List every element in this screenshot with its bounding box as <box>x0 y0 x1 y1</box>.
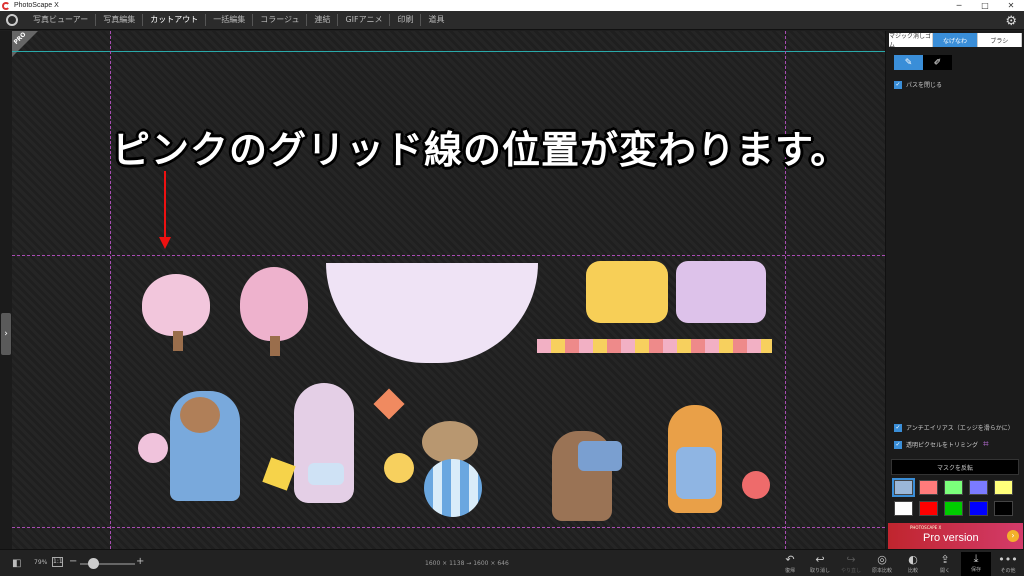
redo-button[interactable]: ↪ やり直し <box>836 553 866 574</box>
swatch-color[interactable] <box>994 501 1013 516</box>
compare-icon: ◐ <box>908 553 918 566</box>
tab-lasso[interactable]: なげなわ <box>933 33 978 47</box>
brush-erase-icon[interactable]: ✐ <box>923 55 952 70</box>
open-label: 開く <box>939 568 950 574</box>
home-icon[interactable] <box>6 14 18 26</box>
compare-button[interactable]: ◐ 比較 <box>898 553 928 574</box>
swatch-color[interactable] <box>919 480 938 495</box>
window-title: PhotoScape X <box>14 2 59 9</box>
save-label: 保存 <box>970 567 981 573</box>
left-side-strip: › <box>0 31 12 549</box>
zoom-in-button[interactable]: + <box>136 556 144 567</box>
app-logo-icon <box>2 1 10 10</box>
save-icon: ⤓ <box>973 552 979 565</box>
more-label: その他 <box>1000 568 1016 574</box>
down-arrow-icon <box>164 171 166 239</box>
compare-original-label: 原本比較 <box>871 568 892 574</box>
invert-mask-button[interactable]: マスクを反転 <box>891 459 1019 475</box>
image-dimensions: 1600 × 1138 → 1600 × 646 <box>425 560 509 567</box>
image-canvas[interactable]: PRO ピンクのグリッド線の位置が変わります。 <box>12 31 885 549</box>
bottom-toolbar: ◧ 79% 1:1 − + 1600 × 1138 → 1600 × 646 ↶… <box>0 549 1024 576</box>
cutout-mode-tabs: マジック消しゴム なげなわ ブラシ <box>889 33 1022 49</box>
grid-line-v[interactable] <box>785 31 786 549</box>
swatch-color[interactable] <box>894 501 913 516</box>
trim-option[interactable]: ✓ 透明ピクセルをトリミング ⌗ <box>894 439 989 450</box>
checkbox-trim[interactable]: ✓ <box>894 440 902 449</box>
undo-button[interactable]: ↩ 取り消し <box>805 553 835 574</box>
swatch-color[interactable] <box>944 501 963 516</box>
tab-brush[interactable]: ブラシ <box>978 33 1022 47</box>
swatch-color[interactable] <box>892 478 915 497</box>
cutout-tool-panel: マジック消しゴム なげなわ ブラシ ✎ ✐ ✓ パスを閉じる ✓ アンチエイリア… <box>885 31 1024 549</box>
antialias-label: アンチエイリアス（エッジを滑らかに） <box>906 425 1014 432</box>
undo-label: 取り消し <box>809 568 830 574</box>
ad-brand: PHOTOSCAPE X <box>910 525 942 530</box>
trim-label: 透明ピクセルをトリミング <box>906 442 979 449</box>
panel-toggle-icon[interactable]: ◧ <box>12 558 21 569</box>
open-button[interactable]: ⇪ 開く <box>930 553 960 574</box>
menu-tools[interactable]: 道具 <box>421 14 451 26</box>
menu-print[interactable]: 印刷 <box>390 14 422 26</box>
title-bar: PhotoScape X ─ □ ✕ <box>0 0 1024 11</box>
maximize-button[interactable]: □ <box>972 0 998 11</box>
swatch-color[interactable] <box>944 480 963 495</box>
revert-button[interactable]: ↶ 復帰 <box>775 553 805 574</box>
swatch-color[interactable] <box>969 501 988 516</box>
checkbox-close-path[interactable]: ✓ <box>894 80 902 89</box>
compare-label: 比較 <box>907 568 918 574</box>
chevron-right-icon: › <box>1007 530 1019 542</box>
close-button[interactable]: ✕ <box>998 0 1024 11</box>
grid-line-v[interactable] <box>110 31 111 549</box>
swatch-color[interactable] <box>969 480 988 495</box>
minimize-button[interactable]: ─ <box>946 0 972 11</box>
grid-line-h[interactable] <box>12 255 885 256</box>
antialias-option[interactable]: ✓ アンチエイリアス（エッジを滑らかに） <box>894 423 1014 432</box>
arrow-head-icon <box>159 237 171 249</box>
redo-label: やり直し <box>840 568 861 574</box>
undo-icon: ↩ <box>815 553 825 566</box>
checkbox-antialias[interactable]: ✓ <box>894 423 902 432</box>
swatch-color[interactable] <box>994 480 1013 495</box>
revert-label: 復帰 <box>784 568 795 574</box>
brush-mode-row: ✎ ✐ <box>894 55 952 70</box>
compare-original-button[interactable]: ◎ 原本比較 <box>867 553 897 574</box>
grid-icon[interactable]: ⌗ <box>983 439 989 450</box>
menu-collage[interactable]: コラージュ <box>253 14 308 26</box>
zoom-actual-size-button[interactable]: 1:1 <box>52 557 63 567</box>
pro-version-ad[interactable]: PHOTOSCAPE X Pro version › <box>888 523 1023 549</box>
zoom-out-button[interactable]: − <box>69 556 77 567</box>
menu-photo-editor[interactable]: 写真編集 <box>96 14 144 26</box>
brush-add-icon[interactable]: ✎ <box>894 55 923 70</box>
gear-icon[interactable]: ⚙ <box>1005 14 1017 29</box>
tab-magic-eraser[interactable]: マジック消しゴム <box>889 33 934 49</box>
more-button[interactable]: ••• その他 <box>993 553 1023 574</box>
close-path-label: パスを閉じる <box>906 82 943 89</box>
redo-icon: ↪ <box>846 553 856 566</box>
more-icon: ••• <box>998 553 1018 566</box>
compare-original-icon: ◎ <box>877 553 887 566</box>
crop-top-line <box>12 51 885 52</box>
open-icon: ⇪ <box>940 553 950 566</box>
close-path-option[interactable]: ✓ パスを閉じる <box>894 80 942 89</box>
expand-panel-button[interactable]: › <box>1 313 11 355</box>
menu-cutout[interactable]: カットアウト <box>143 14 207 26</box>
menu-batch[interactable]: 一括編集 <box>206 14 254 26</box>
save-button[interactable]: ⤓ 保存 <box>961 552 991 576</box>
zoom-slider-handle[interactable] <box>88 558 99 569</box>
mask-color-swatches <box>892 478 1020 516</box>
swatch-color[interactable] <box>919 501 938 516</box>
main-menu-bar: 写真ビューアー 写真編集 カットアウト 一括編集 コラージュ 連結 GIFアニメ… <box>0 11 1024 30</box>
grid-line-h[interactable] <box>12 527 885 528</box>
menu-combine[interactable]: 連結 <box>307 14 339 26</box>
zoom-level: 79% <box>34 559 48 566</box>
ad-label: Pro version <box>923 532 979 544</box>
revert-icon: ↶ <box>785 553 795 566</box>
menu-photo-viewer[interactable]: 写真ビューアー <box>26 14 97 26</box>
instruction-caption: ピンクのグリッド線の位置が変わります。 <box>112 128 850 172</box>
menu-gif[interactable]: GIFアニメ <box>338 14 391 26</box>
